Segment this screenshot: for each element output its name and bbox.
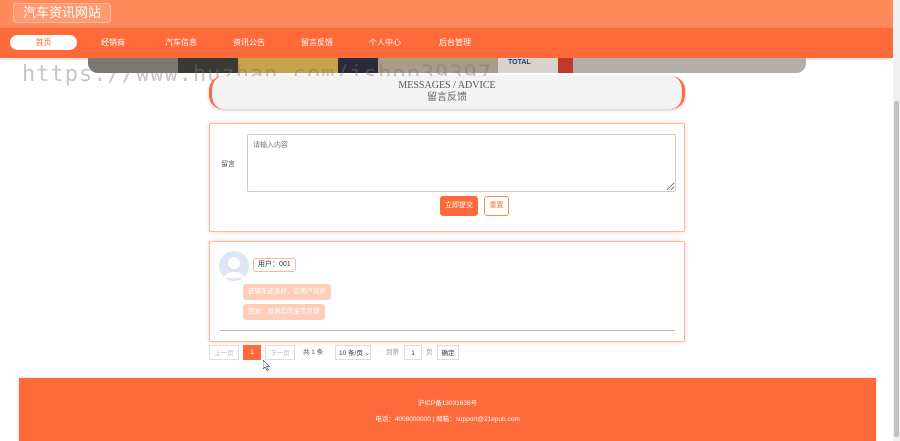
goto-confirm-button[interactable]: 确定 [437,345,459,360]
total-count: 共 1 条 [303,349,324,356]
footer-contact: 电话：4008000000 | 邮箱：support@21epub.com [375,416,520,423]
message-form-panel: 留言 立即提交 重置 [209,123,685,232]
comments-panel: 用户：001 这辆车还蛮好，受用户欢迎 回复：感谢您的宝贵反馈 [209,241,685,342]
nav-item-news[interactable]: 资讯公告 [226,36,272,50]
top-header-bar: 汽车资讯网站 [0,0,893,28]
nav-item-home[interactable]: 首页 [10,35,77,50]
scrollbar-thumb[interactable] [894,101,899,437]
footer-icp: 沪ICP备13031638号 [417,400,478,407]
submit-button[interactable]: 立即提交 [440,196,478,216]
section-title-chinese: 留言反馈 [427,92,467,103]
comment-reply: 回复：感谢您的宝贵反馈 [243,304,325,320]
section-title-english: MESSAGES / ADVICE [398,80,496,91]
nav-item-car-info[interactable]: 汽车信息 [158,36,204,50]
nav-item-dealers[interactable]: 经销商 [92,36,134,50]
goto-label: 到第 [386,349,399,356]
page-footer: 沪ICP备13031638号 电话：4008000000 | 邮箱：suppor… [19,378,876,441]
page-number-current[interactable]: 1 [243,345,261,360]
nav-item-admin[interactable]: 后台管理 [432,36,478,50]
page-scrollbar[interactable] [893,0,900,441]
section-title-box: MESSAGES / ADVICE 留言反馈 [209,76,685,109]
mouse-cursor-icon [263,360,271,371]
comment-username: 用户：001 [253,258,296,272]
main-navigation: 首页 经销商 汽车信息 资讯公告 留言反馈 个人中心 后台管理 [0,28,893,58]
page-size-value: 10 条/页 [339,350,363,357]
message-textarea[interactable] [247,134,676,192]
page-unit-label: 页 [426,349,433,356]
nav-item-feedback[interactable]: 留言反馈 [294,36,340,50]
next-page-button[interactable]: 下一页 [265,345,295,360]
page-size-select[interactable]: 10 条/页 ⌄ [335,345,371,360]
prev-page-button[interactable]: 上一页 [209,345,239,360]
banner-sponsor-text: TOTAL [508,59,531,66]
nav-item-user-center[interactable]: 个人中心 [362,36,408,50]
site-logo-title[interactable]: 汽车资讯网站 [13,3,112,23]
comment-message: 这辆车还蛮好，受用户欢迎 [243,284,331,300]
chevron-down-icon: ⌄ [364,350,371,357]
user-avatar [219,251,249,281]
comment-divider [220,330,675,331]
goto-page-input[interactable]: 1 [404,345,422,360]
reset-button[interactable]: 重置 [484,196,509,216]
user-avatar-icon [219,251,249,281]
message-label: 留言 [221,161,235,168]
